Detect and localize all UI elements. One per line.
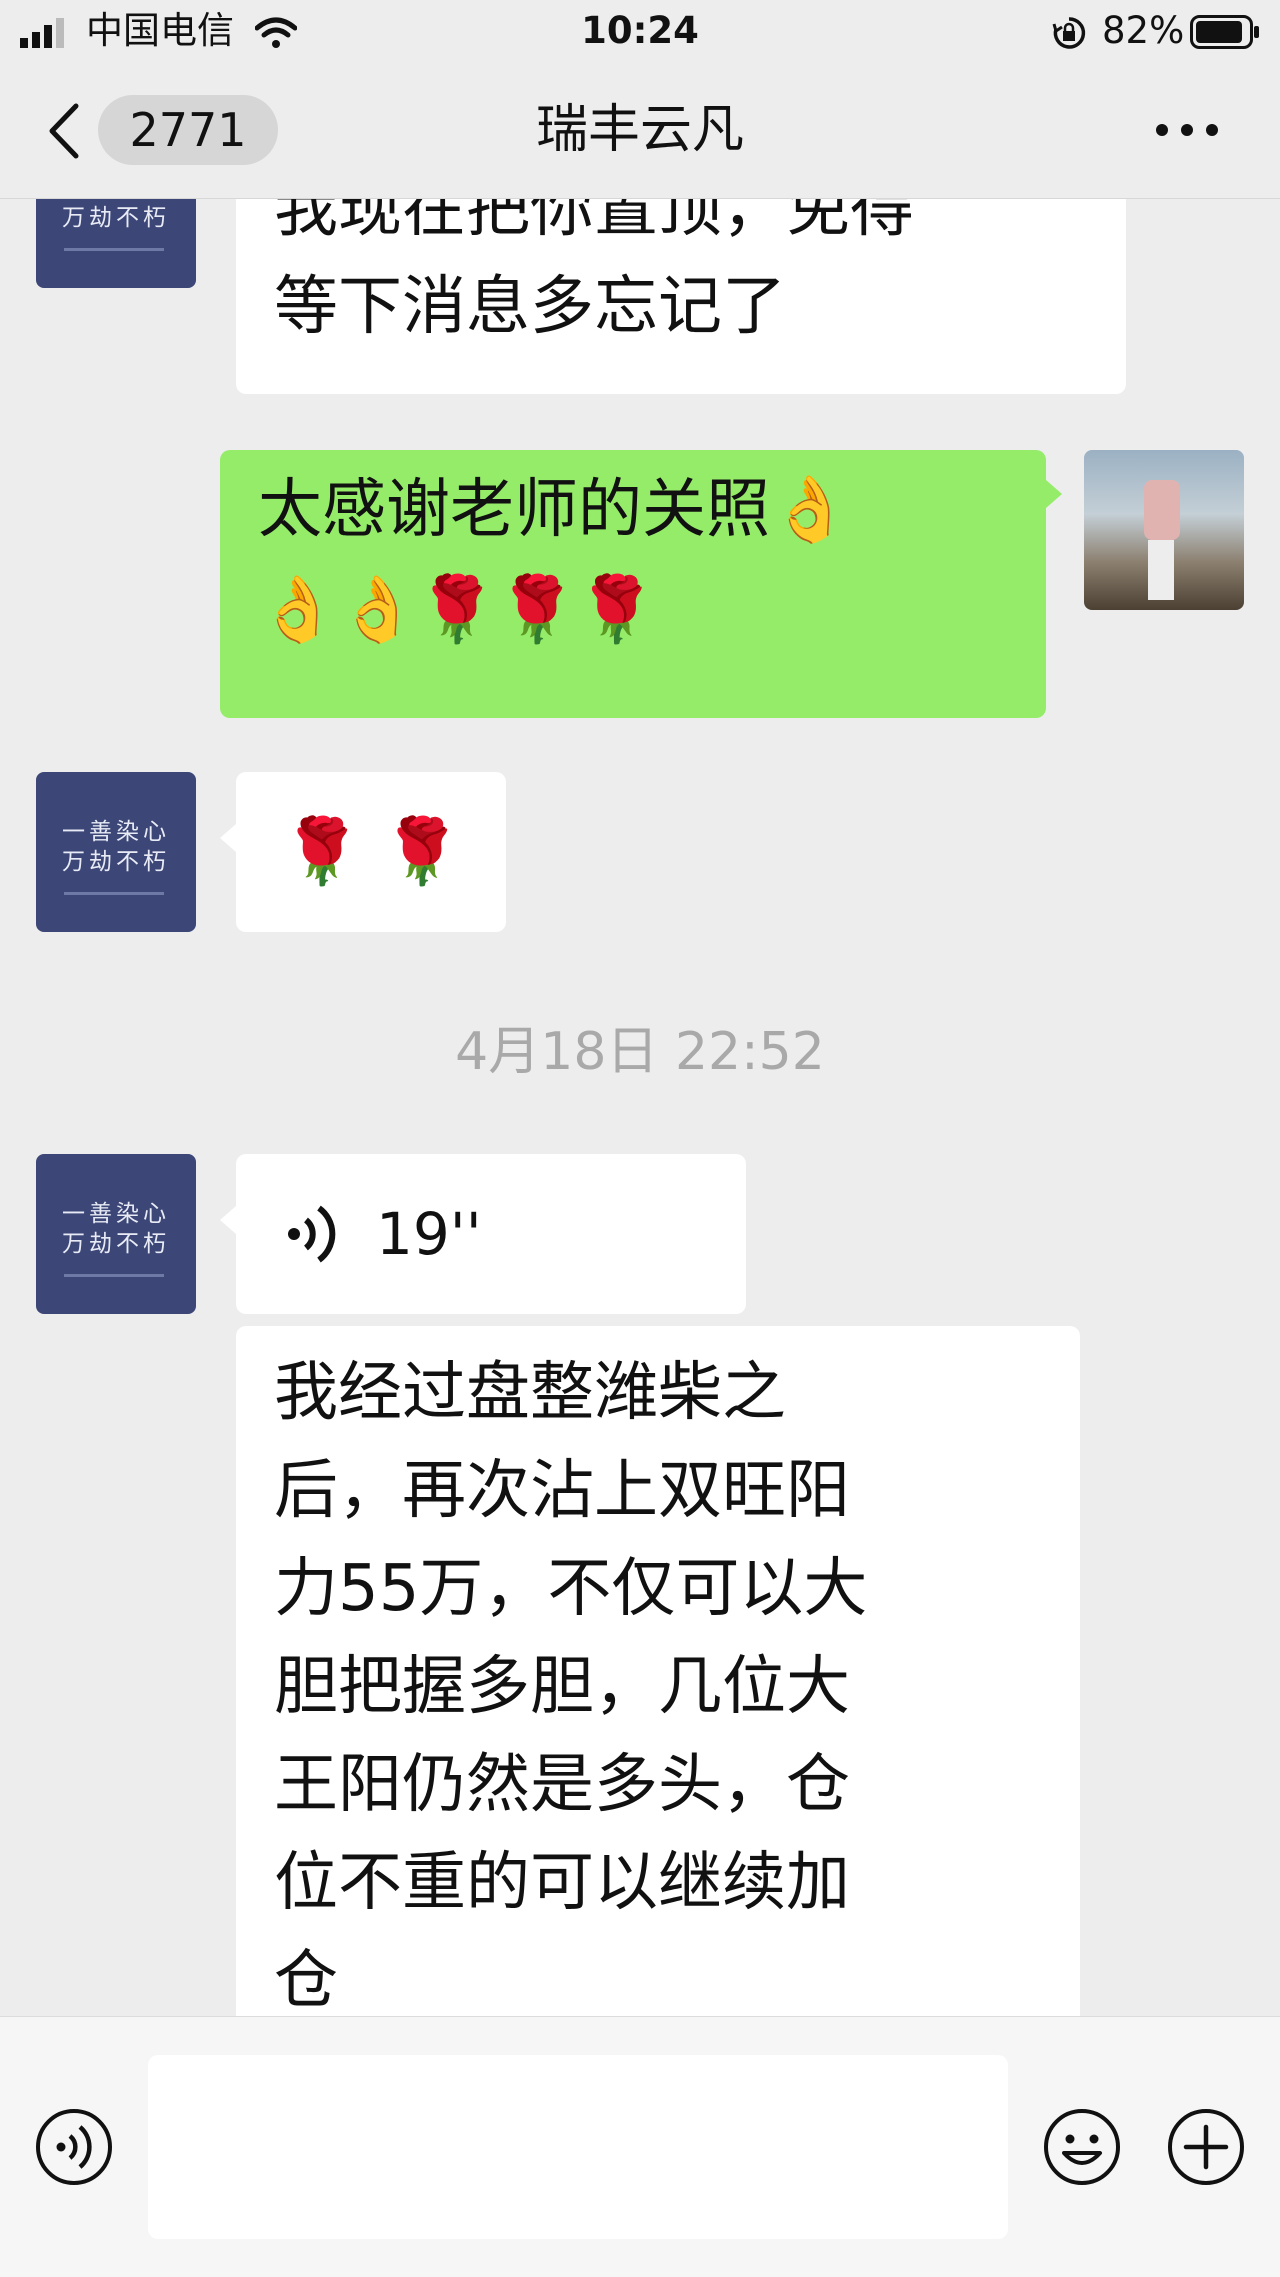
- message-timestamp: 4月18日 22:52: [455, 1022, 825, 1082]
- orientation-lock-icon: [1052, 17, 1086, 49]
- message-list[interactable]: 一善染心 万劫不朽 我现在把你置顶，免得 等下消息多忘记了 太感谢老师的关照👌 …: [0, 198, 1280, 2016]
- message-bubble[interactable]: 我现在把你置顶，免得 等下消息多忘记了: [236, 198, 1126, 394]
- voice-wave-icon: [288, 1205, 336, 1263]
- voice-input-icon[interactable]: [34, 2107, 114, 2187]
- voice-message-bubble[interactable]: 19'': [220, 1154, 746, 1314]
- chat-title: 瑞丰云凡: [535, 100, 744, 160]
- contact-avatar[interactable]: 一善染心 万劫不朽: [36, 772, 196, 932]
- input-toolbar: [0, 2016, 1280, 2277]
- battery-icon: [1190, 15, 1259, 49]
- message-input[interactable]: [148, 2055, 1008, 2239]
- my-avatar[interactable]: [1084, 450, 1244, 610]
- contact-avatar[interactable]: 一善染心 万劫不朽: [36, 198, 196, 288]
- more-options-icon[interactable]: [1152, 118, 1222, 142]
- battery-percent: 82%: [1102, 9, 1185, 52]
- emoji-icon[interactable]: [1042, 2107, 1122, 2187]
- message-text: 我现在把你置顶，免得 等下消息多忘记了: [274, 198, 914, 344]
- status-time: 10:24: [581, 9, 699, 52]
- chat-header: 2771 瑞丰云凡: [0, 62, 1280, 199]
- voice-duration: 19'': [376, 1200, 482, 1268]
- status-bar: 中国电信 10:24 82%: [0, 0, 1280, 62]
- contact-avatar[interactable]: 一善染心 万劫不朽: [36, 1154, 196, 1314]
- message-text: 我经过盘整潍柴之 后，再次沾上双旺阳 力55万，不仅可以大 胆把握多胆，几位大 …: [274, 1356, 868, 2016]
- message-bubble[interactable]: 🌹 🌹: [220, 772, 506, 932]
- outgoing-message-bubble[interactable]: 太感谢老师的关照👌 👌👌🌹🌹🌹: [220, 450, 1062, 718]
- message-bubble[interactable]: 我经过盘整潍柴之 后，再次沾上双旺阳 力55万，不仅可以大 胆把握多胆，几位大 …: [236, 1326, 1080, 2016]
- message-text: 太感谢老师的关照👌 👌👌🌹🌹🌹: [258, 473, 850, 647]
- rose-emoji-text: 🌹 🌹: [282, 815, 462, 889]
- plus-icon[interactable]: [1166, 2107, 1246, 2187]
